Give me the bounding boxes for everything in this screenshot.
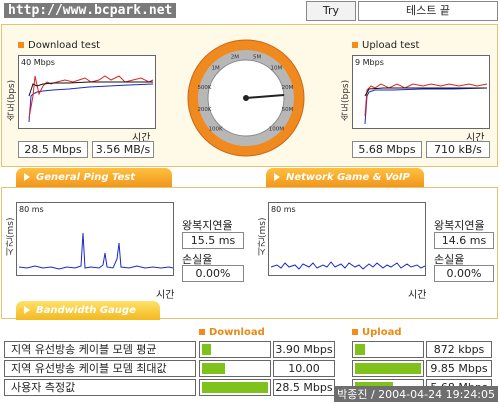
game-rtt-value: 14.6 ms — [434, 232, 494, 249]
upload-value: 872 kbps — [426, 341, 492, 358]
bullet-icon — [199, 329, 205, 335]
download-line-current — [28, 81, 153, 97]
site-url: http://www.bcpark.net — [4, 3, 177, 18]
tab-ping-test[interactable]: General Ping Test — [16, 168, 172, 187]
upload-kbs: 710 kB/s — [426, 141, 490, 158]
upload-bar-fill — [355, 344, 365, 355]
download-value: 10.00 Mbps — [273, 360, 335, 390]
gauge-tick-label: 1M — [211, 66, 219, 72]
bandwidth-download-head-text: Download — [209, 327, 265, 338]
upload-title: Upload test — [352, 40, 419, 51]
game-graph: 80 ms — [268, 202, 426, 276]
gauge-tick-label: 10M — [271, 66, 283, 72]
download-title: Download test — [18, 40, 100, 51]
speed-gauge: 100K 200K 500K 1M 2M 5M 10M 20M 50M 100M — [187, 39, 305, 157]
upload-bar-fill — [355, 363, 421, 374]
game-scale: 80 ms — [271, 205, 296, 214]
gauge-tick-label: 5M — [253, 55, 261, 61]
bandwidth-upload-head-text: Upload — [362, 327, 402, 338]
game-rtt-label: 왕복지연율 — [434, 219, 485, 232]
download-value: 28.5 Mbps — [273, 379, 335, 396]
ping-scale: 80 ms — [19, 205, 44, 214]
gauge-tick-label: 200K — [197, 107, 211, 113]
upload-bar — [352, 341, 424, 358]
bullet-icon — [18, 42, 24, 48]
upload-line-avg — [364, 87, 488, 125]
download-value: 3.90 Mbps — [273, 341, 335, 358]
download-bar — [199, 341, 271, 358]
download-scale: 40 Mbps — [21, 58, 55, 67]
arrow-icon — [274, 173, 280, 181]
upload-bar — [352, 360, 424, 377]
arrow-icon — [24, 306, 30, 314]
speed-test-panel: Download test 속도(bps) 40 Mbps 시간 28.5 Mb… — [1, 24, 498, 167]
download-bar-fill — [202, 382, 268, 393]
download-ylabel: 속도(bps) — [7, 79, 17, 121]
gauge-tick-label: 100K — [209, 126, 223, 132]
download-bar-fill — [202, 363, 225, 374]
ping-loss-value: 0.00% — [182, 265, 244, 282]
download-bar — [199, 360, 271, 377]
tab-game-test[interactable]: Network Game & VoIP Test — [266, 168, 424, 202]
download-line-avg — [28, 83, 154, 123]
game-line — [270, 261, 425, 270]
upload-title-text: Upload test — [362, 40, 420, 51]
download-mbps: 28.5 Mbps — [18, 141, 88, 158]
arrow-icon — [24, 173, 30, 181]
bandwidth-row-label: 지역 유선방송 케이블 모뎀 평균 — [4, 341, 196, 358]
latency-panel: 시간(ms) 80 ms 시간 왕복지연율 15.5 ms 손실율 0.00% … — [1, 187, 498, 319]
upload-scale: 9 Mbps — [355, 58, 384, 67]
download-bar-fill — [202, 344, 211, 355]
upload-mbps: 5.68 Mbps — [352, 141, 422, 158]
bandwidth-upload-head: Upload — [352, 327, 401, 338]
download-bar — [199, 379, 271, 396]
bandwidth-download-head: Download — [199, 327, 265, 338]
upload-value: 9.85 Mbps — [426, 360, 492, 377]
game-loss-value: 0.00% — [434, 265, 494, 282]
upload-ylabel: 속도(bps) — [341, 79, 351, 121]
ping-rtt-value: 15.5 ms — [182, 232, 244, 249]
bandwidth-row-label: 지역 유선방송 케이블 모뎀 최대값 — [4, 360, 196, 377]
gauge-tick-label: 20M — [282, 85, 294, 91]
ping-graph: 80 ms — [16, 202, 174, 276]
tab-bandwidth-label: Bandwidth Gauge — [36, 305, 136, 316]
download-mbs: 3.56 MB/s — [92, 141, 154, 158]
tab-ping-label: General Ping Test — [36, 172, 136, 183]
gauge-tick-label: 100M — [269, 126, 284, 132]
ping-time-label: 시간 — [156, 290, 175, 301]
try-again-button[interactable]: Try again — [306, 1, 356, 35]
game-time-label: 시간 — [408, 290, 427, 301]
download-graph: 40 Mbps — [18, 55, 156, 129]
gauge-hub — [243, 95, 249, 101]
gauge-tick-label: 500K — [197, 85, 211, 91]
watermark: 박종진 / 2004-04-24 19:24:05 — [334, 386, 498, 402]
top-bar: http://www.bcpark.net Try again 테스트 끝 — [0, 0, 500, 35]
tab-bandwidth[interactable]: Bandwidth Gauge — [16, 301, 160, 320]
bullet-icon — [352, 42, 358, 48]
status-display: 테스트 끝 — [358, 1, 498, 21]
gauge-tick-label: 2M — [231, 55, 239, 61]
ping-rtt-label: 왕복지연율 — [182, 219, 233, 232]
bandwidth-row-label: 사용자 측정값 — [4, 379, 196, 396]
upload-graph: 9 Mbps — [352, 55, 490, 129]
download-title-text: Download test — [28, 40, 101, 51]
gauge-tick-label: 50M — [282, 107, 294, 113]
ping-line — [18, 232, 173, 270]
bullet-icon — [352, 329, 358, 335]
